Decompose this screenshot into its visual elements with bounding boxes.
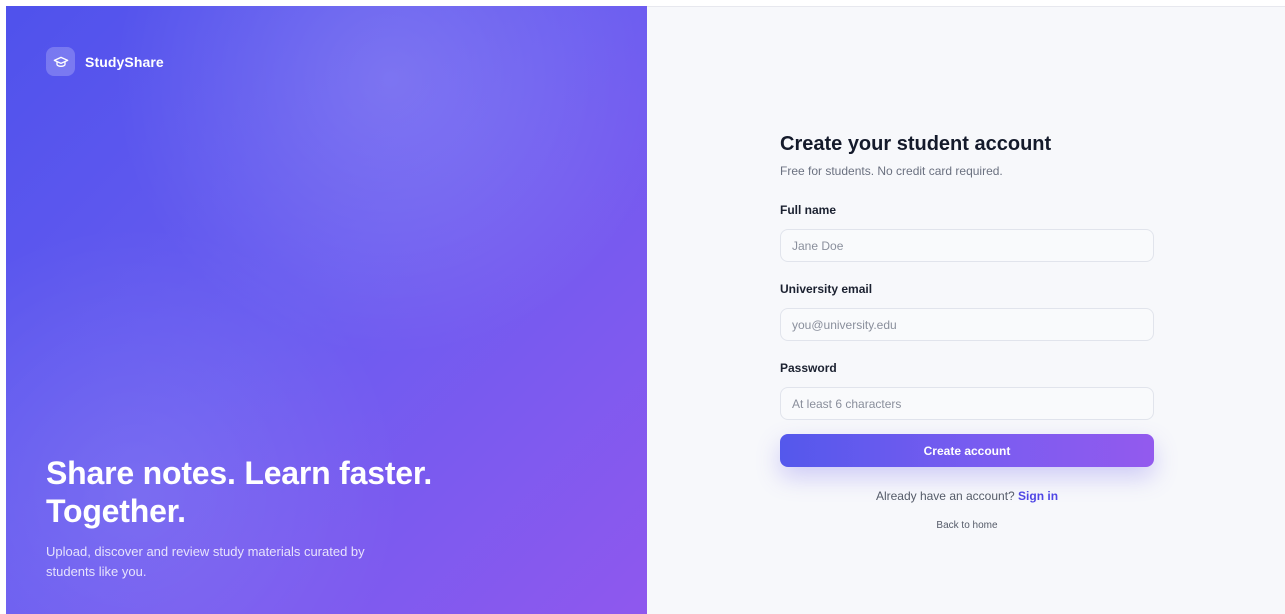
signup-page: StudyShare Share notes. Learn faster. To… [6, 6, 1285, 614]
hero-title-line-2: Together. [46, 493, 186, 529]
email-input[interactable] [780, 308, 1154, 341]
form-title: Create your student account [780, 133, 1052, 155]
full-name-label: Full name [780, 203, 837, 217]
full-name-input[interactable] [780, 229, 1154, 262]
password-input[interactable] [780, 387, 1154, 420]
brand-name: StudyShare [85, 53, 164, 70]
back-row: Back to home [780, 519, 1154, 533]
signin-prompt: Already have an account? [875, 489, 1015, 503]
full-name-group: Full name [780, 201, 1154, 262]
hero-panel: StudyShare Share notes. Learn faster. To… [6, 6, 647, 614]
password-group: Password [780, 359, 1154, 420]
hero-title-line-1: Share notes. Learn faster. [46, 455, 433, 491]
signup-form: Create your student account Free for stu… [780, 131, 1154, 533]
hero-subtitle: Upload, discover and review study materi… [46, 544, 365, 579]
create-account-button[interactable]: Create account [780, 434, 1154, 467]
email-label: University email [780, 282, 873, 296]
signin-link[interactable]: Sign in [1018, 489, 1058, 503]
email-group: University email [780, 280, 1154, 341]
hero-title: Share notes. Learn faster. Together. [46, 454, 566, 530]
brand[interactable]: StudyShare [46, 47, 164, 76]
password-label: Password [780, 361, 837, 375]
signin-row: Already have an account? Sign in [780, 488, 1154, 504]
back-to-home-link[interactable]: Back to home [936, 520, 997, 531]
form-subtitle: Free for students. No credit card requir… [780, 164, 1003, 178]
graduation-cap-icon [46, 47, 75, 76]
signup-panel: Create your student account Free for stu… [647, 6, 1285, 614]
